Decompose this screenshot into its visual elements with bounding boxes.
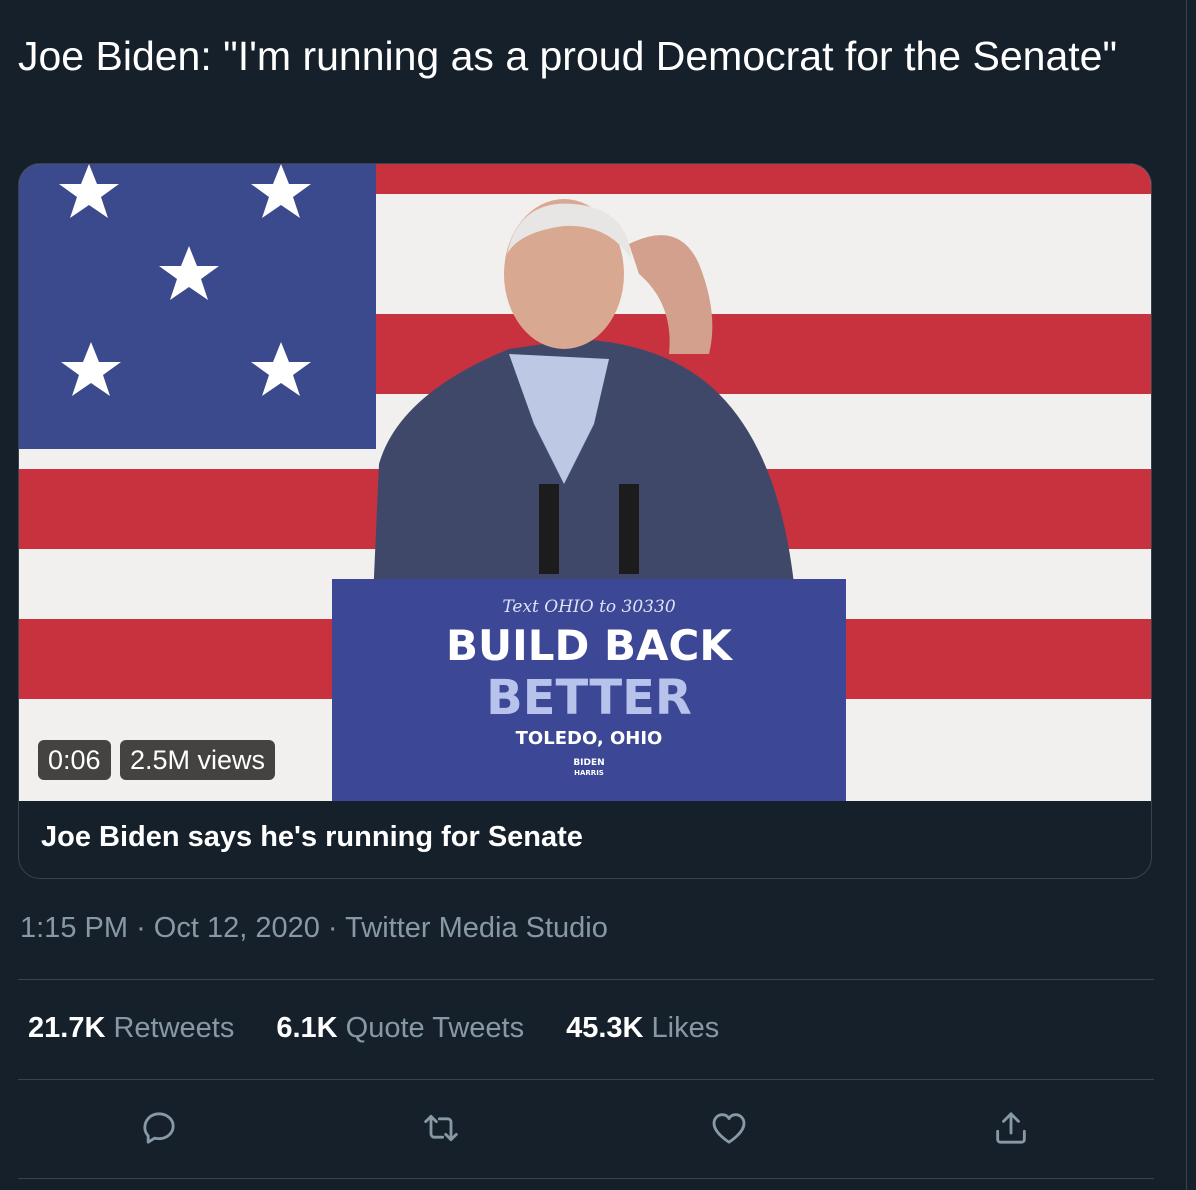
divider [18, 979, 1154, 980]
podium-line1: Text OHIO to 30330 [502, 597, 675, 617]
retweets-count: 21.7K [28, 1012, 106, 1044]
quote-tweets-stat[interactable]: 6.1K Quote Tweets [276, 1012, 524, 1045]
podium-logo-top: BIDEN [573, 758, 604, 768]
video-player[interactable]: Text OHIO to 30330 BUILD BACK BETTER TOL… [19, 164, 1152, 801]
tweet-text: Joe Biden: "I'm running as a proud Democ… [18, 33, 1117, 79]
engagement-stats: 21.7K Retweets 6.1K Quote Tweets 45.3K L… [28, 1012, 719, 1045]
likes-count: 45.3K [566, 1012, 644, 1044]
likes-label: Likes [651, 1012, 720, 1044]
video-caption[interactable]: Joe Biden says he's running for Senate [41, 821, 583, 854]
retweet-icon [424, 1114, 458, 1142]
podium-line4: TOLEDO, OHIO [516, 728, 663, 749]
retweet-button[interactable] [418, 1105, 464, 1151]
divider [18, 1079, 1154, 1080]
podium-line2: BUILD BACK [446, 621, 733, 670]
podium-logo-bottom: HARRIS [574, 769, 604, 777]
tweet-source-link[interactable]: Twitter Media Studio [345, 912, 608, 944]
quote-tweets-label: Quote Tweets [345, 1012, 525, 1044]
video-views-badge: 2.5M views [120, 740, 276, 780]
tweet-time-link[interactable]: 1:15 PM [20, 912, 128, 944]
tweet-actions [0, 1105, 1196, 1155]
divider [18, 1178, 1154, 1179]
reply-button[interactable] [136, 1105, 182, 1151]
reply-icon [143, 1112, 175, 1144]
likes-stat[interactable]: 45.3K Likes [566, 1012, 719, 1045]
share-icon [996, 1112, 1026, 1144]
quote-tweets-count: 6.1K [276, 1012, 338, 1044]
retweets-stat[interactable]: 21.7K Retweets [28, 1012, 234, 1045]
column-divider [1186, 0, 1187, 1190]
video-duration-badge: 0:06 [38, 740, 111, 780]
tweet-meta: 1:15 PM · Oct 12, 2020 · Twitter Media S… [20, 912, 608, 945]
share-button[interactable] [988, 1105, 1034, 1151]
like-button[interactable] [706, 1105, 752, 1151]
meta-separator: · [136, 912, 146, 944]
retweets-label: Retweets [113, 1012, 235, 1044]
tweet-date-link[interactable]: Oct 12, 2020 [154, 912, 320, 944]
podium-line3: BETTER [486, 670, 692, 726]
meta-separator: · [327, 912, 338, 944]
like-icon [712, 1113, 746, 1144]
